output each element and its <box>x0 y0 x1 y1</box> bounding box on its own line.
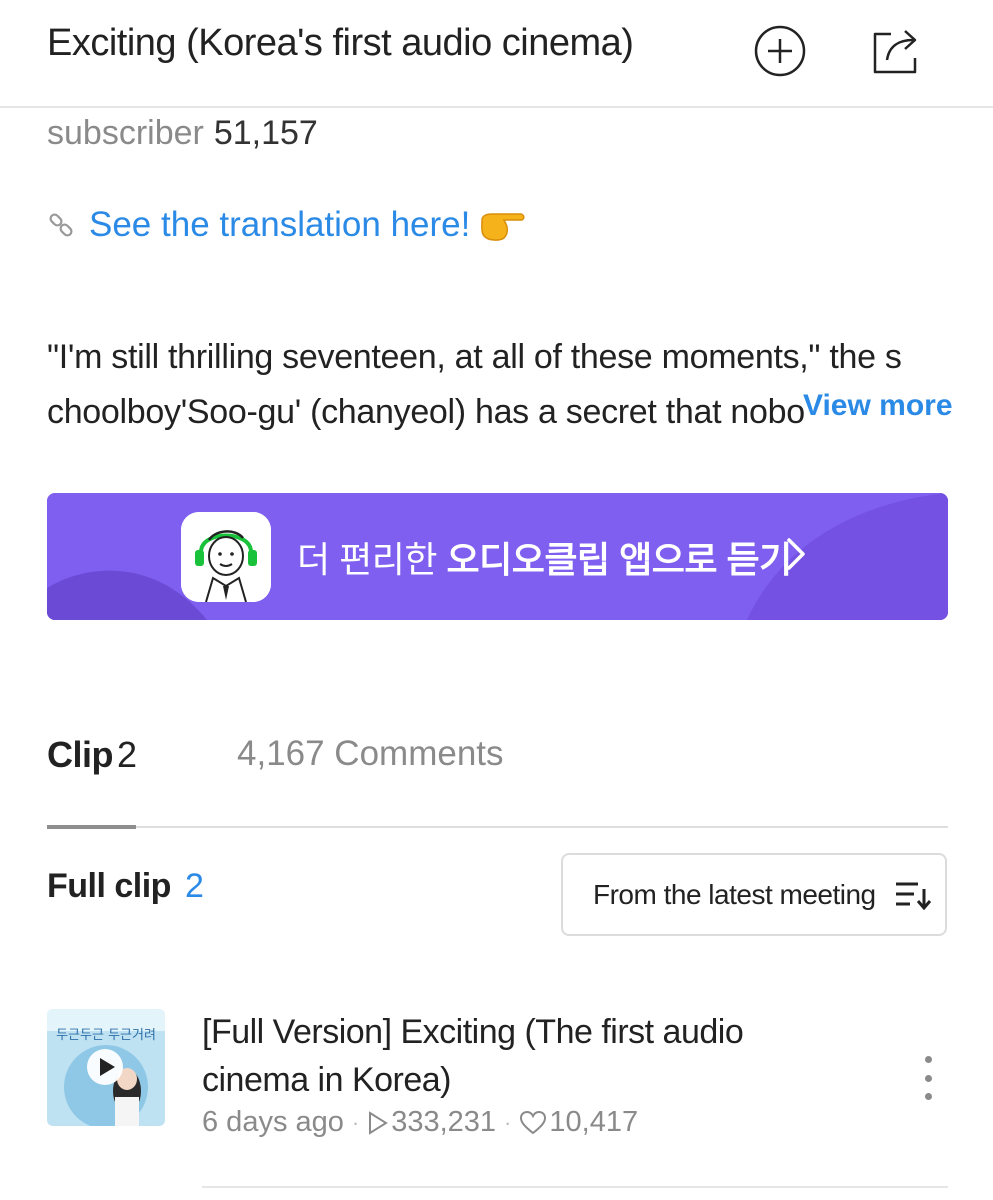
tab-comments[interactable]: 4,167 Comments <box>237 734 504 774</box>
section-title: Full clip 2 <box>47 867 204 905</box>
divider <box>202 1186 948 1188</box>
app-promo-banner[interactable]: 더 편리한 오디오클립 앱으로 듣기 <box>47 493 948 620</box>
top-header: Exciting (Korea's first audio cinema) <box>0 0 993 108</box>
subscriber-count: subscriber 51,157 <box>47 114 318 153</box>
link-icon <box>49 213 73 237</box>
translation-link-text: See the translation here! <box>89 205 471 244</box>
svg-text:두근두근 두근거려: 두근두근 두근거려 <box>56 1028 156 1043</box>
sort-icon <box>894 879 932 911</box>
channel-description: "I'm still thrilling seventeen, at all o… <box>47 330 947 440</box>
banner-text: 더 편리한 오디오클립 앱으로 듣기 <box>297 539 792 580</box>
sort-label: From the latest meeting <box>593 878 876 910</box>
clip-title[interactable]: [Full Version] Exciting (The first audio… <box>202 1008 842 1104</box>
active-tab-indicator <box>47 825 136 829</box>
section-count: 2 <box>184 867 204 905</box>
audioclip-app-icon <box>181 512 271 602</box>
tab-clip[interactable]: Clip 2 <box>47 734 137 776</box>
play-icon <box>367 1110 389 1136</box>
chevron-right-icon <box>787 538 805 570</box>
heart-icon <box>519 1110 547 1136</box>
play-count: 333,231 <box>391 1106 497 1138</box>
clip-meta: 6 days ago · 333,231 · 10,417 <box>202 1106 639 1138</box>
list-item[interactable]: 두근두근 두근거려 [Full Version] Exciting (The f… <box>47 1008 948 1178</box>
page-title: Exciting (Korea's first audio cinema) <box>47 22 634 64</box>
share-button[interactable] <box>868 22 928 80</box>
subscribe-button[interactable] <box>750 22 810 80</box>
like-count: 10,417 <box>549 1106 639 1138</box>
clip-date: 6 days ago <box>202 1106 344 1138</box>
pointing-hand-icon <box>481 213 525 241</box>
clip-thumbnail[interactable]: 두근두근 두근거려 <box>47 1009 165 1126</box>
translation-link[interactable]: See the translation here! <box>47 205 526 245</box>
share-icon <box>873 30 917 74</box>
view-more-link[interactable]: View more <box>803 389 953 423</box>
subscriber-label: subscriber <box>47 114 204 152</box>
sort-dropdown[interactable]: From the latest meeting <box>561 853 947 936</box>
more-options-icon[interactable] <box>913 1056 943 1100</box>
plus-circle-icon <box>754 25 806 77</box>
content-tabs: Clip 2 4,167 Comments <box>47 730 948 829</box>
description-line: "I'm still thrilling seventeen, at all o… <box>47 338 902 376</box>
subscriber-number: 51,157 <box>213 114 318 152</box>
